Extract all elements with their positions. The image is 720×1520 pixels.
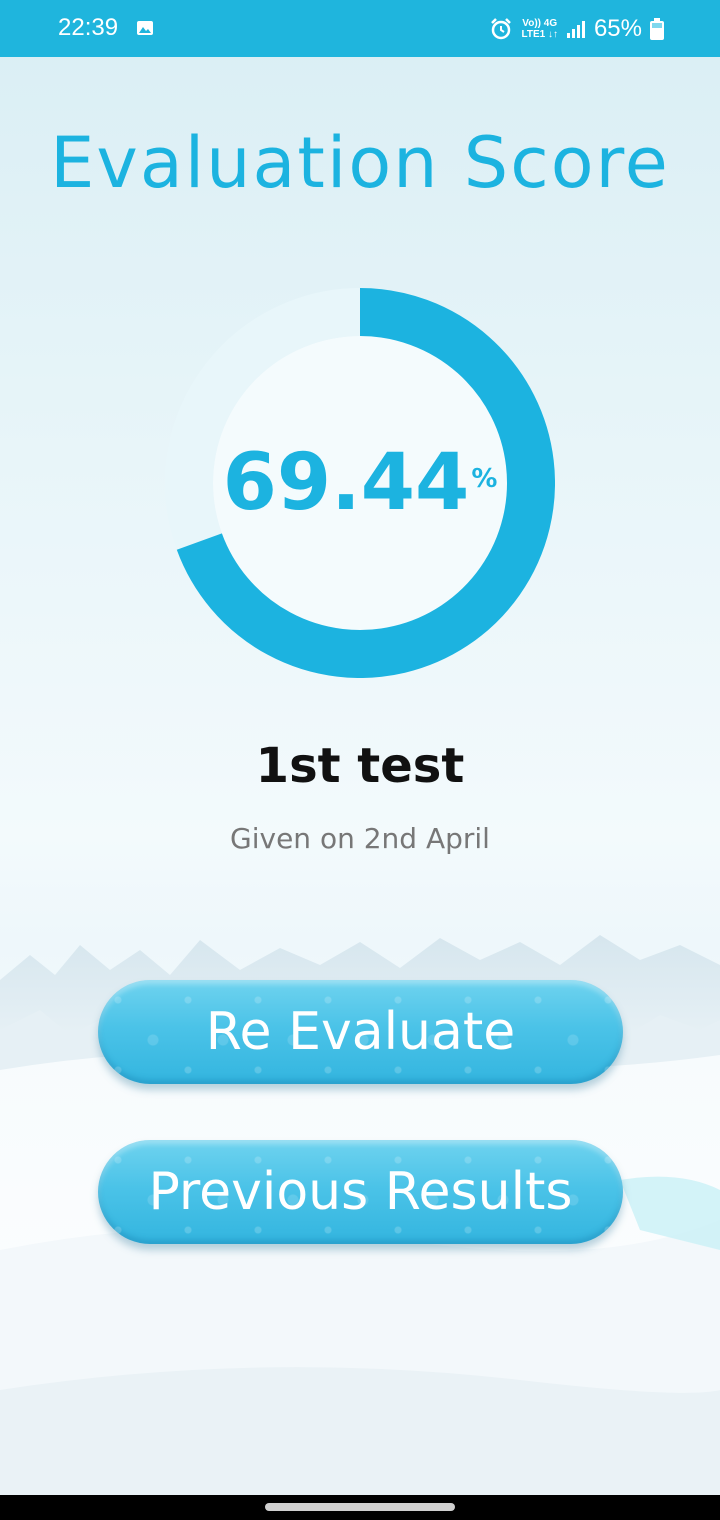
gallery-icon — [137, 21, 153, 35]
score-unit: % — [471, 464, 498, 494]
page-title: Evaluation Score — [50, 122, 670, 204]
re-evaluate-label: Re Evaluate — [205, 1002, 516, 1062]
status-indicators: Vo)) 4G LTE1 ↓↑ 65% — [489, 12, 664, 46]
previous-results-label: Previous Results — [148, 1162, 573, 1222]
network-top-label: Vo)) 4G — [522, 18, 558, 29]
score-number: 69.44 — [222, 438, 470, 528]
battery-icon — [650, 18, 664, 40]
score-value: 69.44% — [165, 438, 555, 528]
system-nav-bar — [0, 1495, 720, 1520]
home-gesture-handle[interactable] — [265, 1503, 455, 1511]
test-date: Given on 2nd April — [230, 822, 490, 855]
status-bar: 22:39 Vo)) 4G LTE1 ↓↑ 65% — [0, 0, 720, 57]
battery-percent: 65% — [593, 15, 642, 42]
network-indicator: Vo)) 4G LTE1 ↓↑ — [521, 18, 557, 40]
evaluation-score-screen: 22:39 Vo)) 4G LTE1 ↓↑ 65% Evaluation Sco… — [0, 0, 720, 1520]
status-time: 22:39 — [58, 14, 119, 41]
alarm-icon — [491, 18, 512, 40]
re-evaluate-button[interactable]: Re Evaluate — [98, 980, 623, 1084]
network-bottom-label: LTE1 ↓↑ — [521, 29, 558, 40]
previous-results-button[interactable]: Previous Results — [98, 1140, 623, 1244]
signal-icon — [566, 21, 585, 38]
test-name: 1st test — [255, 738, 465, 794]
